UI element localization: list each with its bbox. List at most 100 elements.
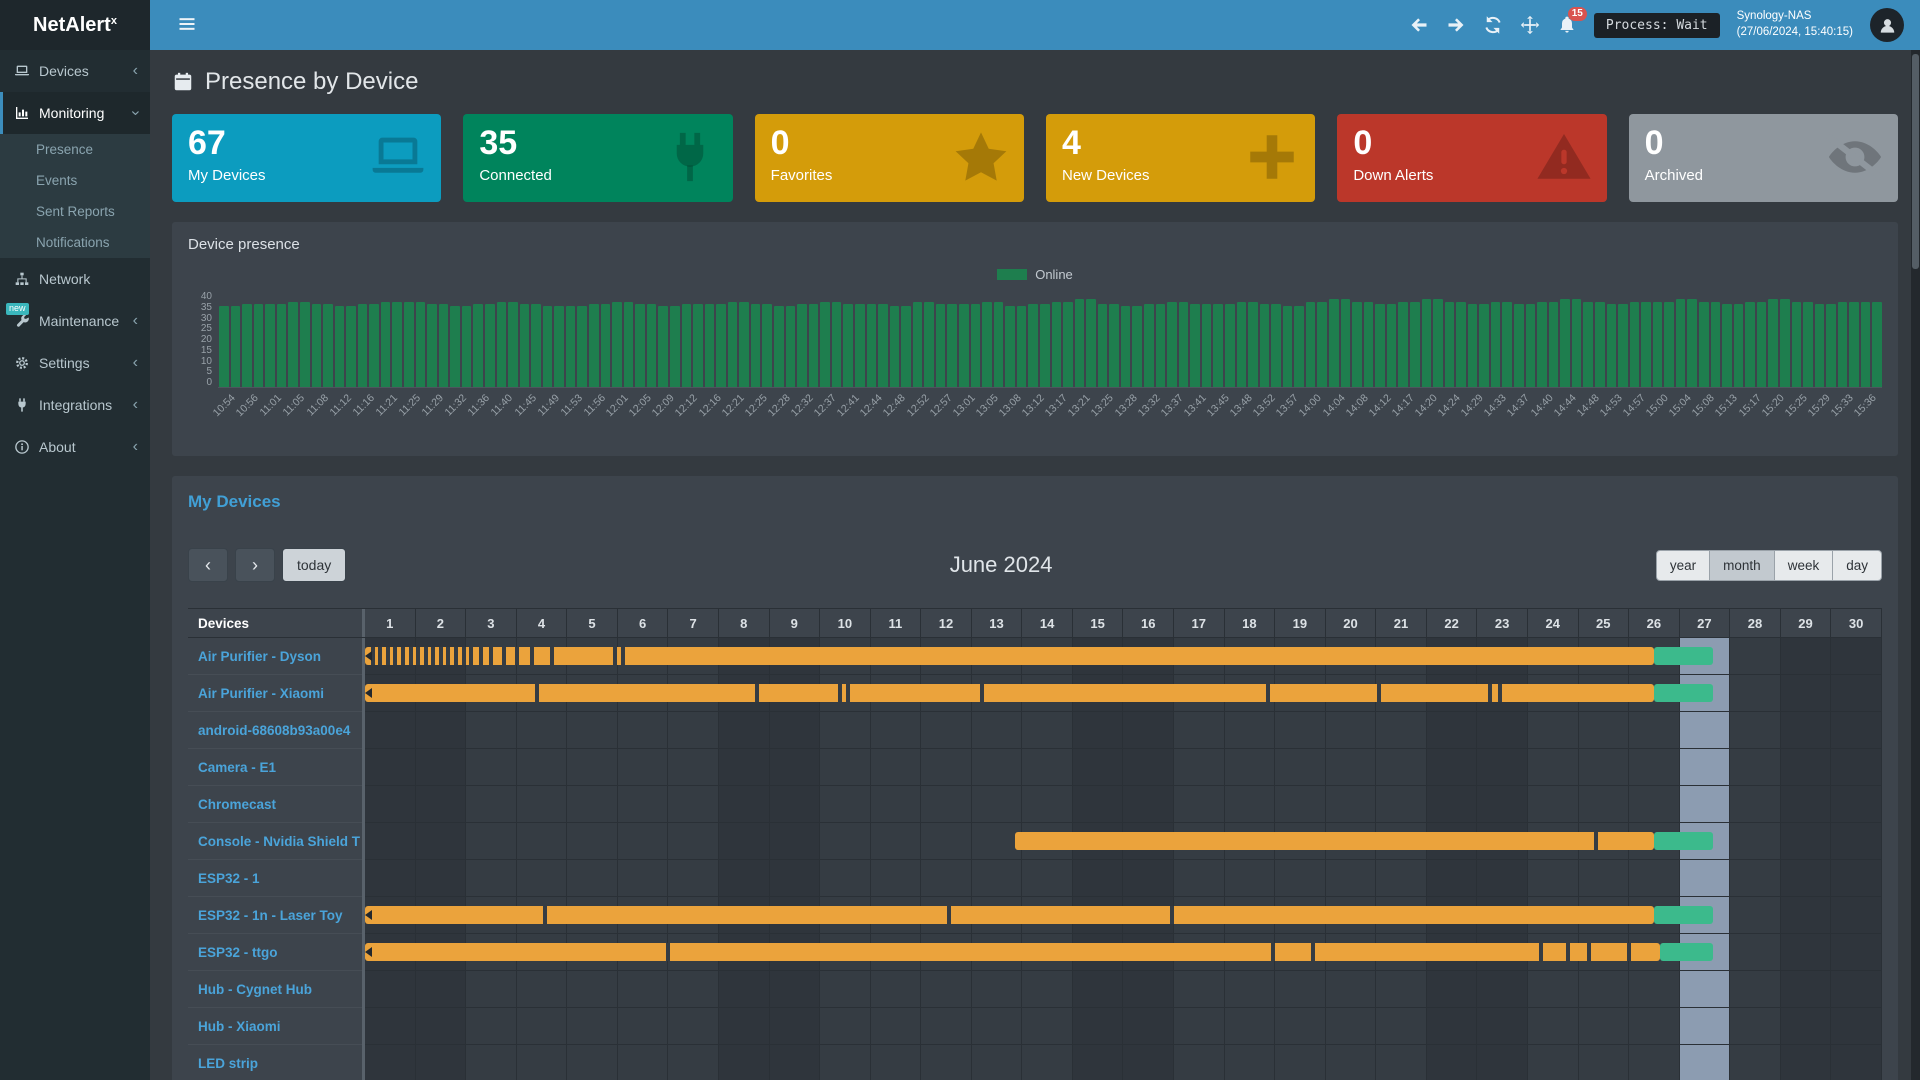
day-cell: [466, 1008, 517, 1045]
device-link[interactable]: ESP32 - ttgo: [188, 934, 362, 971]
move-icon[interactable]: [1520, 15, 1540, 35]
x-tick-label: 15:13: [1713, 392, 1740, 419]
day-cell: [365, 1008, 416, 1045]
device-link[interactable]: android-68608b93a00e4: [188, 712, 362, 749]
refresh-icon[interactable]: [1483, 15, 1503, 35]
device-link[interactable]: LED strip: [188, 1045, 362, 1080]
today-button[interactable]: today: [282, 548, 346, 582]
presence-bar: [265, 304, 275, 387]
hamburger-menu-icon[interactable]: [170, 8, 204, 42]
presence-gap: [1377, 684, 1381, 702]
day-cell: [618, 1045, 669, 1080]
day-cell: [1831, 786, 1882, 823]
day-cell: [1073, 786, 1124, 823]
sidebar-item-monitoring[interactable]: Monitoring‹: [0, 92, 150, 134]
device-link[interactable]: Hub - Xiaomi: [188, 1008, 362, 1045]
presence-bar: [520, 304, 530, 387]
stat-card-archived[interactable]: 0Archived: [1629, 114, 1898, 202]
device-link[interactable]: Air Purifier - Dyson: [188, 638, 362, 675]
back-arrow-icon[interactable]: [1409, 15, 1429, 35]
stat-card-down-alerts[interactable]: 0Down Alerts: [1337, 114, 1606, 202]
avatar[interactable]: [1870, 8, 1904, 42]
day-cell: [1579, 860, 1630, 897]
device-link[interactable]: Console - Nvidia Shield T: [188, 823, 362, 860]
day-cell: [1730, 971, 1781, 1008]
sidebar-subitem-notifications[interactable]: Notifications: [0, 227, 150, 258]
app-logo[interactable]: NetAlertx: [0, 0, 150, 50]
sidebar-item-network[interactable]: Network: [0, 258, 150, 300]
presence-gap: [431, 647, 435, 665]
presence-bar: [1213, 304, 1223, 387]
device-link[interactable]: Camera - E1: [188, 749, 362, 786]
sidebar-item-integrations[interactable]: Integrations‹: [0, 384, 150, 426]
view-button-day[interactable]: day: [1833, 550, 1882, 581]
day-cell: [1579, 749, 1630, 786]
day-cell: [1477, 712, 1528, 749]
sidebar-item-settings[interactable]: Settings‹: [0, 342, 150, 384]
device-link[interactable]: Hub - Cygnet Hub: [188, 971, 362, 1008]
day-header-17: 17: [1174, 609, 1225, 637]
device-link[interactable]: ESP32 - 1n - Laser Toy: [188, 897, 362, 934]
sidebar-item-devices[interactable]: Devices‹: [0, 50, 150, 92]
scrollbar-thumb[interactable]: [1912, 54, 1919, 269]
sidebar-item-maintenance[interactable]: newMaintenance‹: [0, 300, 150, 342]
x-tick-label: 12:44: [858, 392, 885, 419]
sidebar-subitem-events[interactable]: Events: [0, 165, 150, 196]
day-header-4: 4: [517, 609, 568, 637]
stat-card-new-devices[interactable]: 4New Devices: [1046, 114, 1315, 202]
device-track: [362, 860, 1882, 897]
sidebar-subitem-presence[interactable]: Presence: [0, 134, 150, 165]
prev-button[interactable]: ‹: [188, 548, 228, 582]
presence-bar: [901, 306, 911, 387]
device-track: [362, 897, 1882, 934]
presence-gap: [479, 647, 483, 665]
day-cell: [770, 1045, 821, 1080]
device-link[interactable]: Air Purifier - Xiaomi: [188, 675, 362, 712]
presence-bar: [947, 304, 957, 387]
day-cell: [1022, 786, 1073, 823]
device-link[interactable]: ESP32 - 1: [188, 860, 362, 897]
device-link[interactable]: Chromecast: [188, 786, 362, 823]
next-button[interactable]: ›: [235, 548, 275, 582]
presence-gap: [424, 647, 428, 665]
day-cell: [820, 860, 871, 897]
presence-gap: [621, 647, 625, 665]
presence-bar: [1560, 299, 1570, 387]
my-devices-title[interactable]: My Devices: [188, 492, 1882, 512]
day-cell: [1174, 749, 1225, 786]
presence-gap: [846, 684, 850, 702]
presence-gap: [1311, 943, 1315, 961]
day-cell: [466, 823, 517, 860]
presence-xlabels: 10:5410:5611:0111:0511:0811:1211:1611:21…: [218, 388, 1882, 442]
x-tick-label: 13:25: [1089, 392, 1116, 419]
presence-bar: [716, 304, 726, 387]
process-status-badge[interactable]: Process: Wait: [1594, 13, 1720, 38]
forward-arrow-icon[interactable]: [1446, 15, 1466, 35]
page-scrollbar[interactable]: [1911, 50, 1920, 1080]
day-cell: [1781, 712, 1832, 749]
presence-bar: [1699, 302, 1709, 388]
stat-card-favorites[interactable]: 0Favorites: [755, 114, 1024, 202]
presence-bar: [1294, 306, 1304, 387]
view-button-month[interactable]: month: [1710, 550, 1775, 581]
day-cell: [719, 749, 770, 786]
stat-card-connected[interactable]: 35Connected: [463, 114, 732, 202]
x-tick-label: 12:05: [627, 392, 654, 419]
sidebar-item-about[interactable]: About‹: [0, 426, 150, 468]
x-tick-label: 12:48: [881, 392, 908, 419]
day-header-12: 12: [921, 609, 972, 637]
day-cell: [1275, 971, 1326, 1008]
day-cell: [1326, 712, 1377, 749]
view-button-year[interactable]: year: [1656, 550, 1710, 581]
day-cell: [365, 749, 416, 786]
sidebar-subitem-sent-reports[interactable]: Sent Reports: [0, 196, 150, 227]
view-button-week[interactable]: week: [1775, 550, 1834, 581]
presence-gap: [439, 647, 443, 665]
laptop-icon: [14, 63, 30, 79]
presence-gap: [1271, 943, 1275, 961]
stat-card-my-devices[interactable]: 67My Devices: [172, 114, 441, 202]
calendar-nav-buttons: ‹ › today: [188, 548, 346, 582]
notifications-bell-icon[interactable]: 15: [1557, 15, 1577, 35]
sidebar: Devices‹Monitoring‹PresenceEventsSent Re…: [0, 50, 150, 1080]
presence-bar: [1583, 302, 1593, 388]
